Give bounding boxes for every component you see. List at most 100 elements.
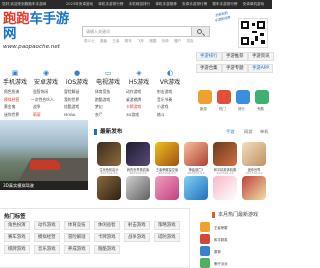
game-thumbnail[interactable] (155, 176, 179, 200)
top-link[interactable]: 安卓单机游戏 (243, 2, 265, 6)
tag-chip[interactable]: 动作游戏 (34, 221, 60, 230)
game-thumbnail[interactable] (126, 142, 150, 166)
hotword[interactable]: 跑酷 (149, 39, 156, 43)
tab-online[interactable]: 网游 (244, 128, 252, 136)
tag-chip[interactable]: 卡牌游戏 (94, 233, 120, 242)
game-thumbnail[interactable] (126, 176, 150, 200)
tag-chip[interactable]: 休闲益智 (94, 221, 120, 230)
category-link[interactable]: 冒险解谜 (64, 88, 79, 96)
game-date: 2023/01/14 (129, 171, 147, 175)
category-link[interactable]: 迷你世界 (4, 111, 19, 119)
side-icon-links: 新游 热门 排行 专题 (196, 86, 272, 116)
game-icon[interactable] (200, 234, 210, 244)
topic-icon[interactable] (255, 90, 269, 104)
tag-chip[interactable]: 赛车游戏 (4, 233, 30, 242)
game-thumbnail[interactable] (184, 176, 208, 200)
game-thumbnail[interactable] (97, 142, 121, 166)
hotword[interactable]: 魔兽 (100, 39, 107, 43)
search-input[interactable]: 请输入关键词 (82, 26, 192, 37)
tag-chip[interactable]: 音乐游戏 (34, 245, 60, 254)
category-link[interactable]: 萌宠 (33, 111, 41, 119)
game-thumbnail[interactable] (242, 142, 266, 166)
category-link[interactable]: 音乐节奏 (157, 96, 172, 104)
tag-chip[interactable]: 策略游戏 (154, 221, 180, 230)
featured-banner[interactable]: 3D真实模拟驾驶 (0, 120, 88, 190)
tag-chip[interactable]: 体育竞技 (64, 221, 90, 230)
category-link[interactable]: 卡牌游戏 (126, 103, 141, 111)
side-tag[interactable]: 手游推荐 (222, 52, 248, 61)
side-tag[interactable]: 手游合集 (196, 64, 222, 73)
hot-games-icon[interactable] (217, 90, 231, 104)
category-link[interactable]: 角色扮演 (4, 88, 19, 96)
tag-chip[interactable]: 跑酷游戏 (94, 245, 120, 254)
nav-tv-games[interactable]: ▭ 电视游戏 (93, 60, 123, 86)
hotword[interactable]: 僵尸 (174, 39, 181, 43)
top-link[interactable]: 赛车手游排行榜 (212, 2, 237, 6)
site-logo[interactable]: 跑跑车手游网 www.paopaoche.net (3, 12, 73, 51)
category-link[interactable]: MOBA (64, 111, 75, 119)
category-link[interactable]: 模拟经营 (4, 96, 19, 104)
game-thumbnail[interactable] (184, 142, 208, 166)
tab-mobile[interactable]: 手游 (226, 128, 234, 136)
new-games-icon[interactable] (198, 90, 212, 104)
category-link[interactable]: 一次性合伙人 (31, 96, 54, 104)
category-link[interactable]: 桌游棋牌 (126, 96, 141, 104)
game-thumbnail[interactable] (242, 176, 266, 200)
hotword[interactable]: 传奇 (162, 39, 169, 43)
game-thumbnail[interactable] (213, 176, 237, 200)
ranking-icon[interactable] (236, 90, 250, 104)
tag-chip[interactable]: 塔防游戏 (154, 233, 180, 242)
game-thumbnail[interactable] (155, 142, 179, 166)
tag-chip[interactable]: 角色扮演 (4, 221, 30, 230)
top-link[interactable]: 手机网游排行 (129, 2, 151, 6)
hot-game-link[interactable]: 王者荣耀 (214, 225, 228, 230)
hot-game-link[interactable]: 蛋仔派对 (214, 261, 228, 266)
category-link[interactable]: 射击游戏 (157, 88, 172, 96)
tag-chip[interactable]: 模拟经营 (34, 233, 60, 242)
category-link[interactable]: 战争 (33, 103, 41, 111)
hotword[interactable]: 赛车 (125, 39, 132, 43)
side-tag[interactable]: 手游专题 (222, 64, 248, 73)
top-link[interactable]: 安卓手游排行榜 (182, 2, 207, 6)
category-link[interactable]: 格斗 (157, 111, 165, 119)
hot-game-link[interactable]: 和平精英 (214, 237, 228, 242)
category-link[interactable]: 益智休闲 (33, 88, 48, 96)
nav-h5-games[interactable]: ◈ H5游戏 (124, 60, 154, 86)
side-tag[interactable]: 手游资讯 (248, 52, 274, 61)
hot-game-link[interactable]: 原神 (214, 249, 221, 254)
search-button[interactable] (192, 26, 210, 37)
side-tag[interactable]: 手游APP (248, 64, 274, 73)
category-link[interactable]: 体育竞技 (95, 88, 110, 96)
category-link[interactable]: 跑酷游戏 (95, 96, 110, 104)
tab-single[interactable]: 单机 (260, 128, 268, 136)
nav-android-games[interactable]: ◉ 安卓游戏 (31, 60, 61, 86)
category-link[interactable]: 黄金鬼 (4, 103, 15, 111)
top-link[interactable]: 2023年安卓游戏 (66, 2, 93, 6)
game-thumbnail[interactable] (213, 142, 237, 166)
hotword[interactable]: 角斗士 (84, 39, 95, 43)
tag-chip[interactable]: 棋牌游戏 (4, 245, 30, 254)
category-link[interactable]: 动作游戏 (126, 88, 141, 96)
category-link[interactable]: 炫酷游戏 (64, 103, 79, 111)
game-icon[interactable] (200, 246, 210, 256)
hotword[interactable]: 王者 (112, 39, 119, 43)
nav-vr-games[interactable]: ◐ VR游戏 (155, 60, 185, 86)
top-link[interactable]: 单机手游排行榜 (98, 2, 123, 6)
category-link[interactable]: 丧尸 (95, 111, 103, 119)
tag-chip[interactable]: 射击游戏 (124, 221, 150, 230)
category-link[interactable]: 3D游戏 (126, 111, 139, 119)
side-tag[interactable]: 手游排行 (196, 52, 222, 61)
hotword[interactable]: 飞车 (137, 39, 144, 43)
game-thumbnail[interactable] (97, 176, 121, 200)
nav-mobile-games[interactable]: ▣ 手机游戏 (0, 60, 30, 86)
tag-chip[interactable]: 战争游戏 (124, 233, 150, 242)
hotword[interactable]: 坦克 (186, 39, 193, 43)
tag-chip[interactable]: 冒险解谜 (64, 233, 90, 242)
game-icon[interactable] (200, 222, 210, 232)
top-link[interactable]: 单机手游推荐 (155, 2, 177, 6)
nav-ios-games[interactable]: ● iOS游戏 (62, 60, 92, 86)
category-link[interactable]: 小游戏 (157, 103, 168, 111)
category-link[interactable]: 我的世界 (64, 96, 79, 104)
tag-chip[interactable]: 养成游戏 (64, 245, 90, 254)
category-link[interactable]: 梦幻 (95, 103, 103, 111)
